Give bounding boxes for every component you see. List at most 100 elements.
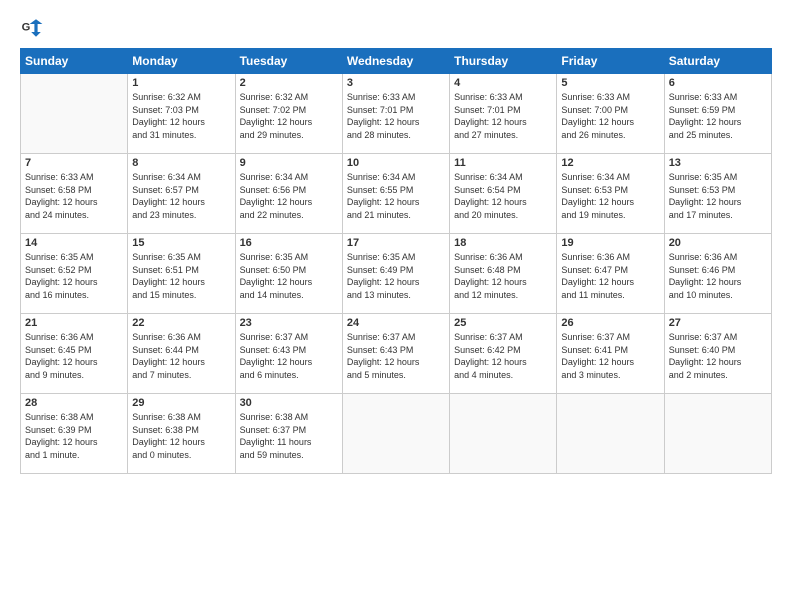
- day-info: Sunrise: 6:37 AM Sunset: 6:43 PM Dayligh…: [240, 331, 338, 381]
- calendar-cell: 10Sunrise: 6:34 AM Sunset: 6:55 PM Dayli…: [342, 154, 449, 234]
- calendar-cell: 7 Sunrise: 6:33 AM Sunset: 6:58 PM Daylig…: [21, 154, 128, 234]
- day-info: Sunrise: 6:33 AM Sunset: 7:01 PM Dayligh…: [347, 91, 445, 141]
- day-number: 15: [132, 237, 230, 249]
- day-number: 18: [454, 237, 552, 249]
- logo: G: [20, 16, 48, 40]
- day-info: Sunrise: 6:38 AM Sunset: 6:39 PM Dayligh…: [25, 411, 123, 461]
- calendar-cell: 11 Sunrise: 6:34 AM Sunset: 6:54 PM Dayli…: [450, 154, 557, 234]
- day-info: Sunrise: 6:35 AM Sunset: 6:53 PM Dayligh…: [669, 171, 767, 221]
- calendar-cell: 28 Sunrise: 6:38 AM Sunset: 6:39 PM Dayli…: [21, 394, 128, 474]
- calendar-header-wednesday: Wednesday: [342, 49, 449, 74]
- day-number: 19: [561, 237, 659, 249]
- day-number: 6: [669, 77, 767, 89]
- calendar-cell: 24 Sunrise: 6:37 AM Sunset: 6:43 PM Dayli…: [342, 314, 449, 394]
- day-number: 13: [669, 157, 767, 169]
- day-info: Sunrise: 6:36 AM Sunset: 6:48 PM Dayligh…: [454, 251, 552, 301]
- day-number: 25: [454, 317, 552, 329]
- calendar-cell: [21, 74, 128, 154]
- day-info: Sunrise: 6:35 AM Sunset: 6:49 PM Dayligh…: [347, 251, 445, 301]
- day-number: 30: [240, 397, 338, 409]
- calendar-cell: 23 Sunrise: 6:37 AM Sunset: 6:43 PM Dayli…: [235, 314, 342, 394]
- day-info: Sunrise: 6:34 AM Sunset: 6:57 PM Dayligh…: [132, 171, 230, 221]
- day-info: Sunrise: 6:33 AM Sunset: 6:58 PM Dayligh…: [25, 171, 123, 221]
- day-number: 12: [561, 157, 659, 169]
- day-info: Sunrise: 6:33 AM Sunset: 7:01 PM Dayligh…: [454, 91, 552, 141]
- day-info: Sunrise: 6:35 AM Sunset: 6:51 PM Dayligh…: [132, 251, 230, 301]
- day-number: 21: [25, 317, 123, 329]
- day-info: Sunrise: 6:37 AM Sunset: 6:43 PM Dayligh…: [347, 331, 445, 381]
- calendar-cell: 12 Sunrise: 6:34 AM Sunset: 6:53 PM Dayli…: [557, 154, 664, 234]
- day-info: Sunrise: 6:37 AM Sunset: 6:41 PM Dayligh…: [561, 331, 659, 381]
- calendar-cell: 1 Sunrise: 6:32 AM Sunset: 7:03 PM Daylig…: [128, 74, 235, 154]
- day-number: 1: [132, 77, 230, 89]
- day-info: Sunrise: 6:36 AM Sunset: 6:47 PM Dayligh…: [561, 251, 659, 301]
- day-info: Sunrise: 6:36 AM Sunset: 6:44 PM Dayligh…: [132, 331, 230, 381]
- day-info: Sunrise: 6:33 AM Sunset: 6:59 PM Dayligh…: [669, 91, 767, 141]
- day-number: 28: [25, 397, 123, 409]
- calendar-cell: 14 Sunrise: 6:35 AM Sunset: 6:52 PM Dayli…: [21, 234, 128, 314]
- calendar-cell: 5 Sunrise: 6:33 AM Sunset: 7:00 PM Daylig…: [557, 74, 664, 154]
- calendar-header-saturday: Saturday: [664, 49, 771, 74]
- day-number: 26: [561, 317, 659, 329]
- day-number: 9: [240, 157, 338, 169]
- day-info: Sunrise: 6:33 AM Sunset: 7:00 PM Dayligh…: [561, 91, 659, 141]
- day-number: 2: [240, 77, 338, 89]
- calendar-cell: 30 Sunrise: 6:38 AM Sunset: 6:37 PM Dayli…: [235, 394, 342, 474]
- day-number: 22: [132, 317, 230, 329]
- day-number: 17: [347, 237, 445, 249]
- calendar-cell: 3 Sunrise: 6:33 AM Sunset: 7:01 PM Daylig…: [342, 74, 449, 154]
- calendar-header-friday: Friday: [557, 49, 664, 74]
- calendar-cell: [664, 394, 771, 474]
- calendar-cell: [342, 394, 449, 474]
- day-number: 10: [347, 157, 445, 169]
- calendar-cell: 8 Sunrise: 6:34 AM Sunset: 6:57 PM Daylig…: [128, 154, 235, 234]
- calendar-week-1: 1 Sunrise: 6:32 AM Sunset: 7:03 PM Daylig…: [21, 74, 772, 154]
- day-number: 23: [240, 317, 338, 329]
- calendar-cell: 22 Sunrise: 6:36 AM Sunset: 6:44 PM Dayli…: [128, 314, 235, 394]
- calendar-header-sunday: Sunday: [21, 49, 128, 74]
- calendar-cell: 26 Sunrise: 6:37 AM Sunset: 6:41 PM Dayli…: [557, 314, 664, 394]
- calendar-week-4: 21Sunrise: 6:36 AM Sunset: 6:45 PM Dayli…: [21, 314, 772, 394]
- calendar-header-row: SundayMondayTuesdayWednesdayThursdayFrid…: [21, 49, 772, 74]
- day-info: Sunrise: 6:38 AM Sunset: 6:37 PM Dayligh…: [240, 411, 338, 461]
- calendar-week-3: 14 Sunrise: 6:35 AM Sunset: 6:52 PM Dayli…: [21, 234, 772, 314]
- day-number: 24: [347, 317, 445, 329]
- calendar-cell: 13 Sunrise: 6:35 AM Sunset: 6:53 PM Dayli…: [664, 154, 771, 234]
- day-info: Sunrise: 6:36 AM Sunset: 6:46 PM Dayligh…: [669, 251, 767, 301]
- day-number: 14: [25, 237, 123, 249]
- calendar: SundayMondayTuesdayWednesdayThursdayFrid…: [20, 48, 772, 474]
- day-number: 4: [454, 77, 552, 89]
- day-info: Sunrise: 6:32 AM Sunset: 7:02 PM Dayligh…: [240, 91, 338, 141]
- calendar-cell: 2 Sunrise: 6:32 AM Sunset: 7:02 PM Daylig…: [235, 74, 342, 154]
- calendar-week-2: 7 Sunrise: 6:33 AM Sunset: 6:58 PM Daylig…: [21, 154, 772, 234]
- calendar-cell: 4 Sunrise: 6:33 AM Sunset: 7:01 PM Daylig…: [450, 74, 557, 154]
- day-info: Sunrise: 6:34 AM Sunset: 6:54 PM Dayligh…: [454, 171, 552, 221]
- day-info: Sunrise: 6:38 AM Sunset: 6:38 PM Dayligh…: [132, 411, 230, 461]
- day-number: 11: [454, 157, 552, 169]
- day-number: 16: [240, 237, 338, 249]
- day-info: Sunrise: 6:37 AM Sunset: 6:42 PM Dayligh…: [454, 331, 552, 381]
- calendar-cell: 15 Sunrise: 6:35 AM Sunset: 6:51 PM Dayli…: [128, 234, 235, 314]
- calendar-cell: 16Sunrise: 6:35 AM Sunset: 6:50 PM Dayli…: [235, 234, 342, 314]
- day-info: Sunrise: 6:37 AM Sunset: 6:40 PM Dayligh…: [669, 331, 767, 381]
- day-info: Sunrise: 6:34 AM Sunset: 6:56 PM Dayligh…: [240, 171, 338, 221]
- calendar-cell: [557, 394, 664, 474]
- calendar-cell: 9 Sunrise: 6:34 AM Sunset: 6:56 PM Daylig…: [235, 154, 342, 234]
- logo-icon: G: [20, 16, 44, 40]
- day-number: 3: [347, 77, 445, 89]
- day-info: Sunrise: 6:35 AM Sunset: 6:52 PM Dayligh…: [25, 251, 123, 301]
- calendar-cell: 18 Sunrise: 6:36 AM Sunset: 6:48 PM Dayli…: [450, 234, 557, 314]
- calendar-cell: 27Sunrise: 6:37 AM Sunset: 6:40 PM Dayli…: [664, 314, 771, 394]
- day-number: 7: [25, 157, 123, 169]
- calendar-cell: 17 Sunrise: 6:35 AM Sunset: 6:49 PM Dayli…: [342, 234, 449, 314]
- calendar-cell: 6 Sunrise: 6:33 AM Sunset: 6:59 PM Daylig…: [664, 74, 771, 154]
- calendar-cell: 21Sunrise: 6:36 AM Sunset: 6:45 PM Dayli…: [21, 314, 128, 394]
- calendar-header-thursday: Thursday: [450, 49, 557, 74]
- calendar-cell: [450, 394, 557, 474]
- day-number: 8: [132, 157, 230, 169]
- calendar-cell: 29Sunrise: 6:38 AM Sunset: 6:38 PM Dayli…: [128, 394, 235, 474]
- svg-text:G: G: [22, 21, 31, 33]
- day-info: Sunrise: 6:32 AM Sunset: 7:03 PM Dayligh…: [132, 91, 230, 141]
- day-info: Sunrise: 6:34 AM Sunset: 6:53 PM Dayligh…: [561, 171, 659, 221]
- day-number: 5: [561, 77, 659, 89]
